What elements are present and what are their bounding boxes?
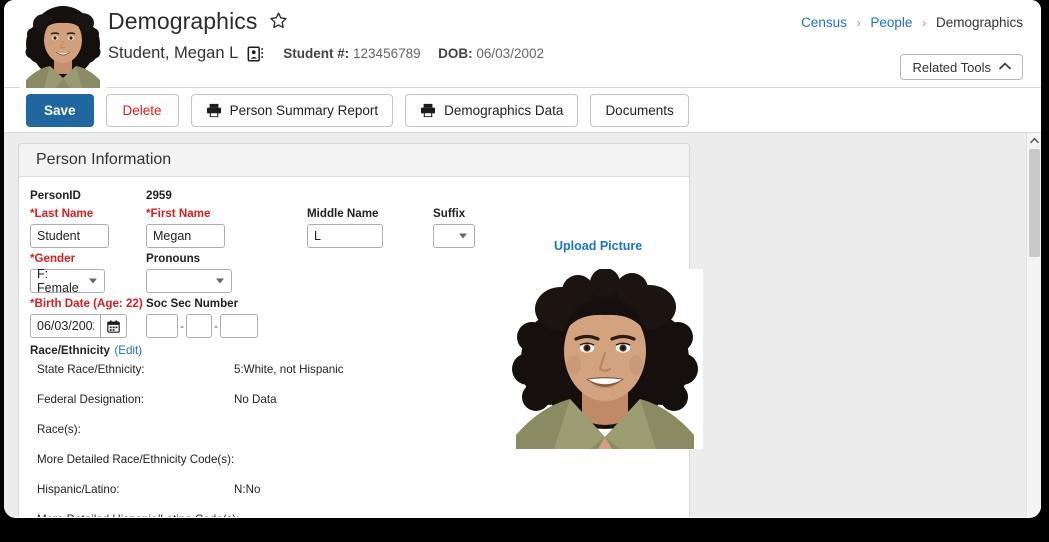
- page-header: Demographics Student, Megan L Student #:…: [4, 0, 1041, 88]
- person-subtitle: Student, Megan L Student #: 123456789 DO…: [108, 44, 544, 63]
- person-name: Student, Megan L: [108, 44, 239, 62]
- documents-label: Documents: [605, 102, 674, 118]
- first-name-input[interactable]: [146, 224, 225, 248]
- avatar: [20, 0, 106, 88]
- hispanic-latino-label: Hispanic/Latino:: [37, 483, 120, 496]
- student-number-label: Student #:: [283, 46, 350, 61]
- pronouns-label: Pronouns: [146, 252, 201, 265]
- breadcrumb-separator: ›: [922, 16, 927, 30]
- calendar-icon[interactable]: [101, 314, 127, 338]
- breadcrumb-item-people[interactable]: People: [870, 15, 912, 30]
- hispanic-latino-value: N:No: [234, 483, 261, 496]
- last-name-label: *Last Name: [30, 207, 94, 220]
- person-id-label: PersonID: [30, 189, 81, 202]
- suffix-label: Suffix: [433, 207, 466, 220]
- documents-button[interactable]: Documents: [590, 93, 689, 127]
- person-information-panel: Person Information PersonID 2959 *Last N…: [18, 143, 703, 517]
- demographics-data-button[interactable]: Demographics Data: [405, 93, 579, 127]
- chevron-down-icon: [89, 278, 97, 284]
- middle-name-input[interactable]: [307, 224, 383, 248]
- delete-label: Delete: [122, 102, 162, 118]
- related-tools-button[interactable]: Related Tools: [900, 54, 1023, 80]
- pronouns-select[interactable]: [146, 269, 232, 293]
- breadcrumb-separator: ›: [856, 16, 861, 30]
- title-block: Demographics: [108, 8, 288, 35]
- panel-header: Person Information: [19, 144, 689, 177]
- panel-title: Person Information: [36, 151, 172, 168]
- upload-picture-link[interactable]: Upload Picture: [554, 239, 642, 253]
- federal-designation-label: Federal Designation:: [37, 393, 144, 406]
- ssn-separator: -: [180, 319, 184, 333]
- race-ethnicity-heading: Race/Ethnicity: [30, 344, 110, 357]
- birth-date-label: *Birth Date (Age: 22): [30, 297, 143, 310]
- application-window: Demographics Student, Megan L Student #:…: [4, 0, 1041, 518]
- middle-name-label: Middle Name: [307, 207, 379, 220]
- person-summary-report-button[interactable]: Person Summary Report: [190, 93, 394, 127]
- dob-value: 06/03/2002: [476, 46, 544, 61]
- suffix-select[interactable]: [433, 224, 475, 248]
- birth-date-input[interactable]: [30, 314, 101, 338]
- gender-label: *Gender: [30, 252, 76, 265]
- federal-designation-value: No Data: [234, 393, 277, 406]
- state-race-ethnicity-label: State Race/Ethnicity:: [37, 363, 145, 376]
- printer-icon: [206, 103, 222, 118]
- chevron-down-icon: [216, 278, 224, 284]
- chevron-down-icon: [459, 233, 467, 239]
- vertical-scrollbar[interactable]: [1026, 133, 1041, 517]
- last-name-input[interactable]: [30, 224, 109, 248]
- page-title: Demographics: [108, 8, 258, 34]
- race-ethnicity-edit-link[interactable]: (Edit): [114, 344, 142, 357]
- dob-label: DOB:: [438, 46, 473, 61]
- contact-card-icon[interactable]: [247, 45, 265, 63]
- panel-body: PersonID 2959 *Last Name *First Name Mid…: [19, 177, 703, 517]
- more-detailed-hispanic-codes-label: More Detailed Hispanic/Latino Code(s):: [37, 513, 239, 517]
- breadcrumb-item-demographics: Demographics: [935, 15, 1023, 30]
- ssn-separator: -: [214, 319, 218, 333]
- ssn-part3-input[interactable]: [220, 314, 258, 338]
- content-area: Person Information PersonID 2959 *Last N…: [4, 133, 1041, 517]
- first-name-label: *First Name: [146, 207, 211, 220]
- gender-value: F: Female: [37, 267, 79, 295]
- soc-sec-number-label: Soc Sec Number: [146, 297, 239, 310]
- printer-icon: [420, 103, 436, 118]
- ssn-part1-input[interactable]: [146, 314, 178, 338]
- person-meta: Student #: 123456789 DOB: 06/03/2002: [283, 46, 544, 61]
- demographics-data-label: Demographics Data: [444, 102, 564, 118]
- save-button[interactable]: Save: [26, 93, 94, 127]
- star-outline-icon[interactable]: [269, 11, 288, 35]
- student-photo: [506, 269, 703, 449]
- person-id-value: 2959: [146, 189, 172, 202]
- state-race-ethnicity-value: 5:White, not Hispanic: [234, 363, 344, 376]
- gender-select[interactable]: F: Female: [30, 267, 105, 295]
- chevron-up-icon: [999, 61, 1011, 73]
- scroll-up-arrow-icon[interactable]: [1027, 133, 1041, 147]
- breadcrumb-item-census[interactable]: Census: [801, 15, 847, 30]
- student-number-value: 123456789: [353, 46, 421, 61]
- delete-button[interactable]: Delete: [105, 93, 179, 127]
- races-label: Race(s):: [37, 423, 81, 436]
- related-tools-label: Related Tools: [912, 59, 991, 75]
- scrollbar-thumb[interactable]: [1029, 149, 1040, 257]
- action-toolbar: Save Delete Person Summary Report Demogr…: [4, 88, 1041, 133]
- more-detailed-race-codes-label: More Detailed Race/Ethnicity Code(s):: [37, 453, 235, 466]
- ssn-part2-input[interactable]: [186, 314, 212, 338]
- student-photo-image: [506, 269, 703, 449]
- breadcrumb: Census › People › Demographics: [801, 15, 1023, 30]
- save-label: Save: [44, 102, 76, 118]
- student-photo-thumbnail-icon: [20, 0, 106, 88]
- person-summary-report-label: Person Summary Report: [229, 102, 379, 118]
